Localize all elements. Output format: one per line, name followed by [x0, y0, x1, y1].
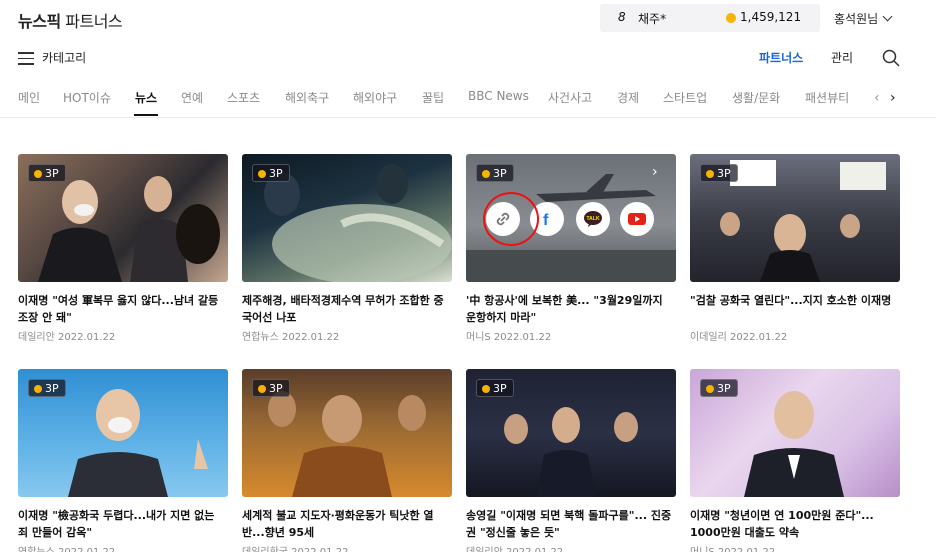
coin-icon — [706, 170, 714, 178]
points-badge: 3P — [252, 379, 290, 397]
kakaotalk-icon: TALK — [584, 211, 602, 227]
tab-entertainment[interactable]: 연예 — [181, 89, 203, 106]
news-title[interactable]: 이재명 "청년이면 연 100만원 준다"... 1000만원 대출도 약속 — [690, 507, 900, 541]
tab-tips[interactable]: 꿀팁 — [422, 89, 444, 106]
tab-sports[interactable]: 스포츠 — [227, 89, 260, 106]
hamburger-menu-icon[interactable] — [18, 52, 34, 65]
category-tabs: 메인 HOT이슈 뉴스 연예 스포츠 해외축구 해외야구 꿀팁 BBC News… — [0, 80, 936, 118]
coin-icon — [706, 385, 714, 393]
points-badge: 3P — [700, 164, 738, 182]
news-thumbnail[interactable]: 3P — [690, 369, 900, 497]
youtube-share-button[interactable] — [620, 202, 654, 236]
search-icon[interactable] — [882, 49, 900, 67]
tab-hot[interactable]: HOT이슈 — [63, 89, 111, 106]
trend-keyword[interactable]: 채주* — [638, 10, 666, 27]
status-pill: 8 채주* 1,459,121 — [600, 4, 820, 32]
news-title[interactable]: 제주해경, 배타적경제수역 무허가 조합한 중국어선 나포 — [242, 292, 452, 326]
news-thumbnail[interactable]: 3P — [466, 369, 676, 497]
tab-main[interactable]: 메인 — [18, 89, 40, 106]
tab-startup[interactable]: 스타트업 — [663, 89, 707, 106]
news-source-date: 이데일리 2022.01.22 — [690, 332, 788, 343]
news-title[interactable]: '中 항공사'에 보복한 美... "3월29일까지 운항하지 마라" — [466, 292, 676, 326]
coin-icon — [482, 170, 490, 178]
facebook-icon: f — [543, 212, 549, 229]
news-title[interactable]: 송영길 "이재명 되면 북핵 돌파구를"... 진중권 "정신줄 놓은 듯" — [466, 507, 676, 541]
news-source-date: 머니S 2022.01.22 — [690, 543, 775, 552]
coin-icon — [34, 170, 42, 178]
news-title[interactable]: 이재명 "檢공화국 두렵다...내가 지면 없는 죄 만들어 감옥" — [18, 507, 228, 541]
user-name: 홍석원님 — [834, 12, 879, 26]
news-thumbnail[interactable]: 3P — [242, 154, 452, 282]
points-badge: 3P — [28, 164, 66, 182]
svg-text:TALK: TALK — [587, 216, 600, 222]
news-thumbnail[interactable]: 3P — [242, 369, 452, 497]
news-title[interactable]: 이재명 "여성 軍복무 옳지 않다...남녀 갈등 조장 안 돼" — [18, 292, 228, 326]
svg-text:f: f — [543, 212, 549, 229]
tab-economy[interactable]: 경제 — [617, 89, 639, 106]
news-source-date: 머니S 2022.01.22 — [466, 332, 552, 343]
points-badge: 3P — [252, 164, 290, 182]
news-source-date: 연합뉴스 2022.01.22 — [18, 543, 115, 552]
tab-news[interactable]: 뉴스 — [135, 89, 157, 106]
chevron-right-icon[interactable]: › — [652, 164, 658, 180]
points-badge: 3P — [476, 379, 514, 397]
manage-link[interactable]: 관리 — [831, 49, 853, 66]
news-thumbnail[interactable]: f TALK › 3P — [466, 154, 676, 282]
coin-icon — [726, 13, 736, 23]
site-logo[interactable]: 뉴스픽 파트너스 — [18, 8, 123, 32]
news-source-date: 데일리한국 2022.01.22 — [242, 543, 348, 552]
chevron-down-icon — [882, 11, 893, 22]
coin-icon — [482, 385, 490, 393]
active-tab-indicator — [134, 114, 158, 116]
partners-link[interactable]: 파트너스 — [759, 49, 803, 66]
news-title[interactable]: "검찰 공화국 열린다"...지지 호소한 이재명 — [690, 292, 900, 309]
tab-overseas-baseball[interactable]: 해외야구 — [353, 89, 397, 106]
tab-bbc-news[interactable]: BBC News — [468, 89, 529, 103]
youtube-icon — [628, 213, 646, 225]
menu-bar: 카테고리 파트너스 관리 — [0, 40, 936, 76]
coin-icon — [258, 170, 266, 178]
tab-fashion-beauty[interactable]: 패션뷰티 — [805, 89, 849, 106]
points-badge: 3P — [700, 379, 738, 397]
highlight-annotation — [483, 192, 539, 246]
points-badge: 3P — [28, 379, 66, 397]
news-thumbnail[interactable]: 3P — [18, 154, 228, 282]
news-source-date: 연합뉴스 2022.01.22 — [242, 332, 340, 343]
points-balance: 1,459,121 — [740, 10, 802, 24]
chevron-left-icon[interactable]: ‹ — [874, 90, 880, 106]
news-source-date: 데일리안 2022.01.22 — [18, 332, 116, 343]
news-thumbnail[interactable]: 3P — [18, 369, 228, 497]
coin-icon — [258, 385, 266, 393]
top-bar: 뉴스픽 파트너스 8 채주* 1,459,121 홍석원님 — [0, 0, 936, 38]
tab-overseas-soccer[interactable]: 해외축구 — [285, 89, 329, 106]
trend-rank: 8 — [618, 10, 626, 24]
category-button[interactable]: 카테고리 — [42, 49, 86, 66]
news-thumbnail[interactable]: 3P — [690, 154, 900, 282]
tab-incidents[interactable]: 사건사고 — [548, 89, 592, 106]
chevron-right-icon[interactable]: › — [890, 90, 896, 106]
user-menu[interactable]: 홍석원님 — [834, 10, 893, 27]
kakaotalk-share-button[interactable]: TALK — [576, 202, 610, 236]
coin-icon — [34, 385, 42, 393]
tab-life-culture[interactable]: 생활/문화 — [732, 89, 780, 106]
points-badge: 3P — [476, 164, 514, 182]
news-title[interactable]: 세계적 불교 지도자·평화운동가 틱낫한 열반...향년 95세 — [242, 507, 452, 541]
news-source-date: 데일리안 2022.01.22 — [466, 543, 563, 552]
